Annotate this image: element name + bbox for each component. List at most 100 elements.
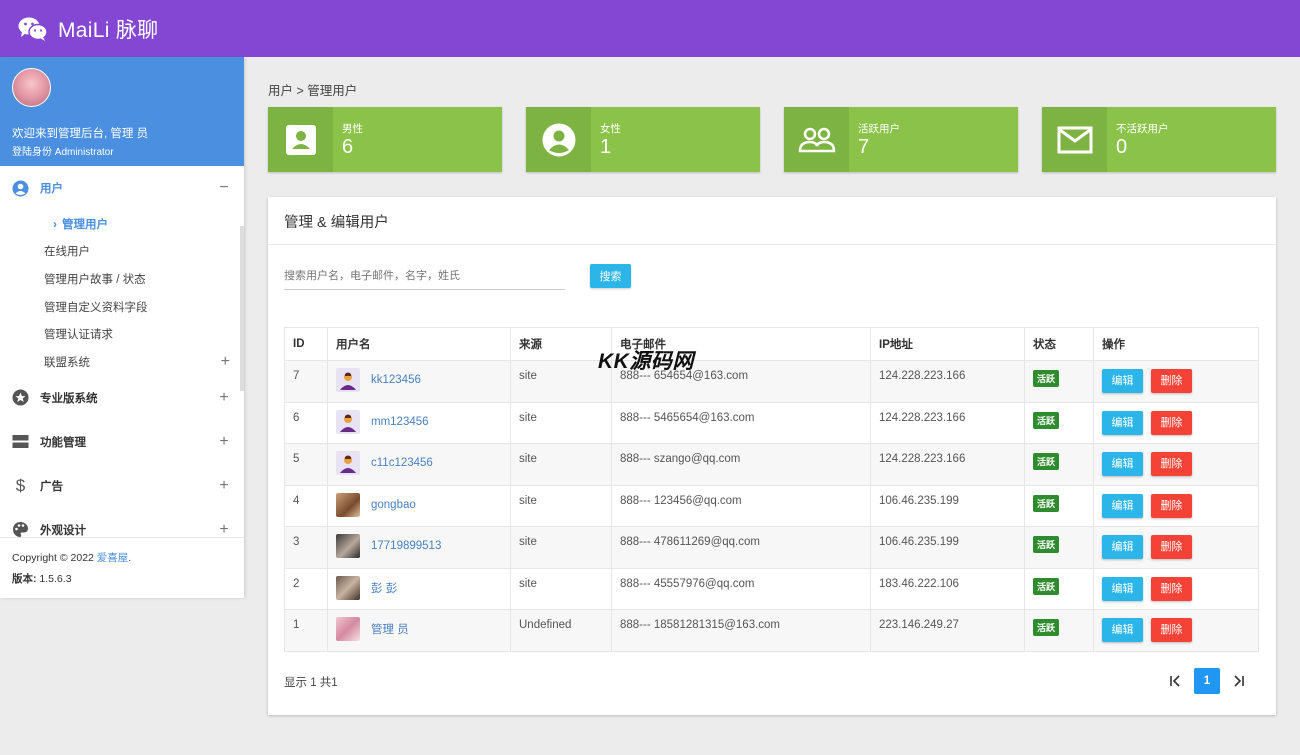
- expand-icon[interactable]: +: [218, 521, 230, 538]
- sidebar-item-affiliates[interactable]: 联盟系统 +: [44, 348, 244, 376]
- sub-item-label: 联盟系统: [44, 356, 90, 369]
- admin-avatar[interactable]: [12, 68, 51, 107]
- user-avatar: [336, 492, 360, 517]
- stat-value: 0: [1116, 136, 1128, 158]
- company-link[interactable]: 爱喜屋: [97, 552, 129, 564]
- table-row: 1 管理 员 Undefined 888--- 18581281315@163.com…: [284, 609, 1259, 652]
- star-icon: [12, 389, 29, 406]
- cell-source: site: [510, 526, 612, 569]
- last-page-icon[interactable]: [1226, 668, 1252, 694]
- default-avatar-icon: [336, 451, 360, 475]
- edit-button[interactable]: 编辑: [1102, 535, 1143, 559]
- sub-item-label: 管理认证请求: [44, 329, 113, 342]
- cell-username: gongbao: [327, 484, 511, 527]
- search-row: 搜索: [284, 262, 631, 290]
- username-link[interactable]: 17719899513: [371, 540, 441, 552]
- cell-username: 17719899513: [327, 526, 511, 569]
- status-badge: 活跃: [1033, 536, 1060, 553]
- cell-status: 活跃: [1024, 567, 1094, 610]
- delete-button[interactable]: 删除: [1151, 369, 1192, 393]
- sidebar-item-custom-fields[interactable]: 管理自定义资料字段: [44, 293, 244, 321]
- table-row: 6 mm123456 site 888--- 5465654@163.com 124.2…: [284, 401, 1259, 444]
- stat-value: 7: [858, 136, 870, 158]
- column-header[interactable]: ID: [284, 327, 328, 361]
- delete-button[interactable]: 删除: [1151, 452, 1192, 476]
- sidebar-item-features[interactable]: 功能管理 +: [0, 420, 244, 464]
- cell-status: 活跃: [1024, 526, 1094, 569]
- stat-card-inactive: 不活跃用户 0: [1042, 107, 1276, 172]
- cell-username: 管理 员: [327, 609, 511, 652]
- cell-actions: 编辑 删除: [1093, 360, 1259, 403]
- username-link[interactable]: gongbao: [371, 499, 416, 511]
- role-text: 登陆身份 Administrator: [12, 147, 114, 158]
- delete-button[interactable]: 删除: [1151, 493, 1192, 518]
- expand-icon[interactable]: +: [218, 433, 230, 451]
- cell-id: 6: [284, 401, 328, 444]
- search-button[interactable]: 搜索: [590, 264, 631, 288]
- stat-label: 男性: [342, 123, 363, 135]
- copyright-text: Copyright © 2022: [12, 552, 97, 564]
- username-link[interactable]: kk123456: [371, 374, 421, 386]
- users-table-body: 7 kk123456 site 888--- 654654@163.com 124.22…: [284, 360, 1259, 652]
- sidebar-item-appearance[interactable]: 外观设计 +: [0, 508, 244, 538]
- delete-button[interactable]: 删除: [1151, 410, 1192, 435]
- cell-id: 5: [284, 443, 328, 486]
- status-badge: 活跃: [1033, 577, 1060, 595]
- sidebar-scrollbar[interactable]: [240, 226, 244, 391]
- column-header[interactable]: IP地址: [870, 327, 1025, 361]
- sidebar-item-ads[interactable]: $ 广告 +: [0, 464, 244, 508]
- edit-button[interactable]: 编辑: [1102, 452, 1143, 476]
- table-row: 4 gongbao site 888--- 123456@qq.com 106.46.2…: [284, 484, 1259, 527]
- cell-source: site: [510, 484, 612, 527]
- sidebar-item-manage-users[interactable]: › 管理用户: [44, 210, 244, 238]
- sidebar-item-online-users[interactable]: 在线用户: [44, 238, 244, 266]
- username-link[interactable]: c11c123456: [371, 457, 433, 469]
- cell-ip: 223.146.249.27: [870, 609, 1025, 652]
- expand-icon[interactable]: +: [221, 353, 230, 371]
- sub-item-label: 管理自定义资料字段: [44, 301, 148, 314]
- edit-button[interactable]: 编辑: [1102, 618, 1143, 642]
- sidebar-item-verification[interactable]: 管理认证请求: [44, 320, 244, 348]
- sidebar-item-pro[interactable]: 专业版系统 +: [0, 376, 244, 420]
- search-input[interactable]: [284, 262, 565, 290]
- delete-button[interactable]: 删除: [1151, 535, 1192, 559]
- wechat-logo-icon: [18, 17, 48, 41]
- delete-button[interactable]: 删除: [1151, 618, 1192, 642]
- first-page-icon[interactable]: [1162, 668, 1188, 694]
- sidebar-item-label: 外观设计: [40, 524, 86, 537]
- cell-source: site: [510, 567, 612, 610]
- sidebar-item-label: 功能管理: [40, 436, 86, 449]
- user-avatar: [336, 575, 360, 600]
- edit-button[interactable]: 编辑: [1102, 493, 1143, 518]
- expand-icon[interactable]: +: [218, 477, 230, 495]
- version-value: 1.5.6.3: [39, 573, 72, 585]
- edit-button[interactable]: 编辑: [1102, 576, 1143, 601]
- username-link[interactable]: 彭 彭: [371, 580, 397, 596]
- username-link[interactable]: 管理 员: [371, 621, 409, 637]
- page-button-current[interactable]: 1: [1194, 668, 1220, 694]
- edit-button[interactable]: 编辑: [1102, 410, 1143, 435]
- sidebar-item-users[interactable]: 用户 −: [0, 166, 244, 210]
- table-row: 5 c11c123456 site 888--- szango@qq.com 124.2…: [284, 443, 1259, 486]
- breadcrumb: 用户 > 管理用户: [268, 84, 358, 98]
- user-avatar: [336, 534, 360, 558]
- cell-id: 3: [284, 526, 328, 569]
- top-bar: MaiLi 脉聊: [0, 0, 1300, 57]
- stat-value: 1: [600, 136, 612, 158]
- table-row: 7 kk123456 site 888--- 654654@163.com 124.22…: [284, 360, 1259, 403]
- app-title: MaiLi 脉聊: [58, 18, 159, 42]
- cell-username: kk123456: [327, 360, 511, 403]
- column-header[interactable]: 来源: [510, 327, 612, 361]
- cell-source: site: [510, 401, 612, 444]
- delete-button[interactable]: 删除: [1151, 576, 1192, 601]
- username-link[interactable]: mm123456: [371, 416, 429, 428]
- column-header[interactable]: 状态: [1024, 327, 1094, 361]
- cell-status: 活跃: [1024, 443, 1094, 486]
- status-badge: 活跃: [1033, 411, 1060, 429]
- collapse-icon[interactable]: −: [218, 179, 230, 197]
- sub-item-label: 管理用户: [62, 218, 108, 231]
- expand-icon[interactable]: +: [218, 389, 230, 407]
- edit-button[interactable]: 编辑: [1102, 369, 1143, 393]
- sidebar-item-user-stories[interactable]: 管理用户故事 / 状态: [44, 265, 244, 293]
- column-header[interactable]: 用户名: [327, 327, 511, 361]
